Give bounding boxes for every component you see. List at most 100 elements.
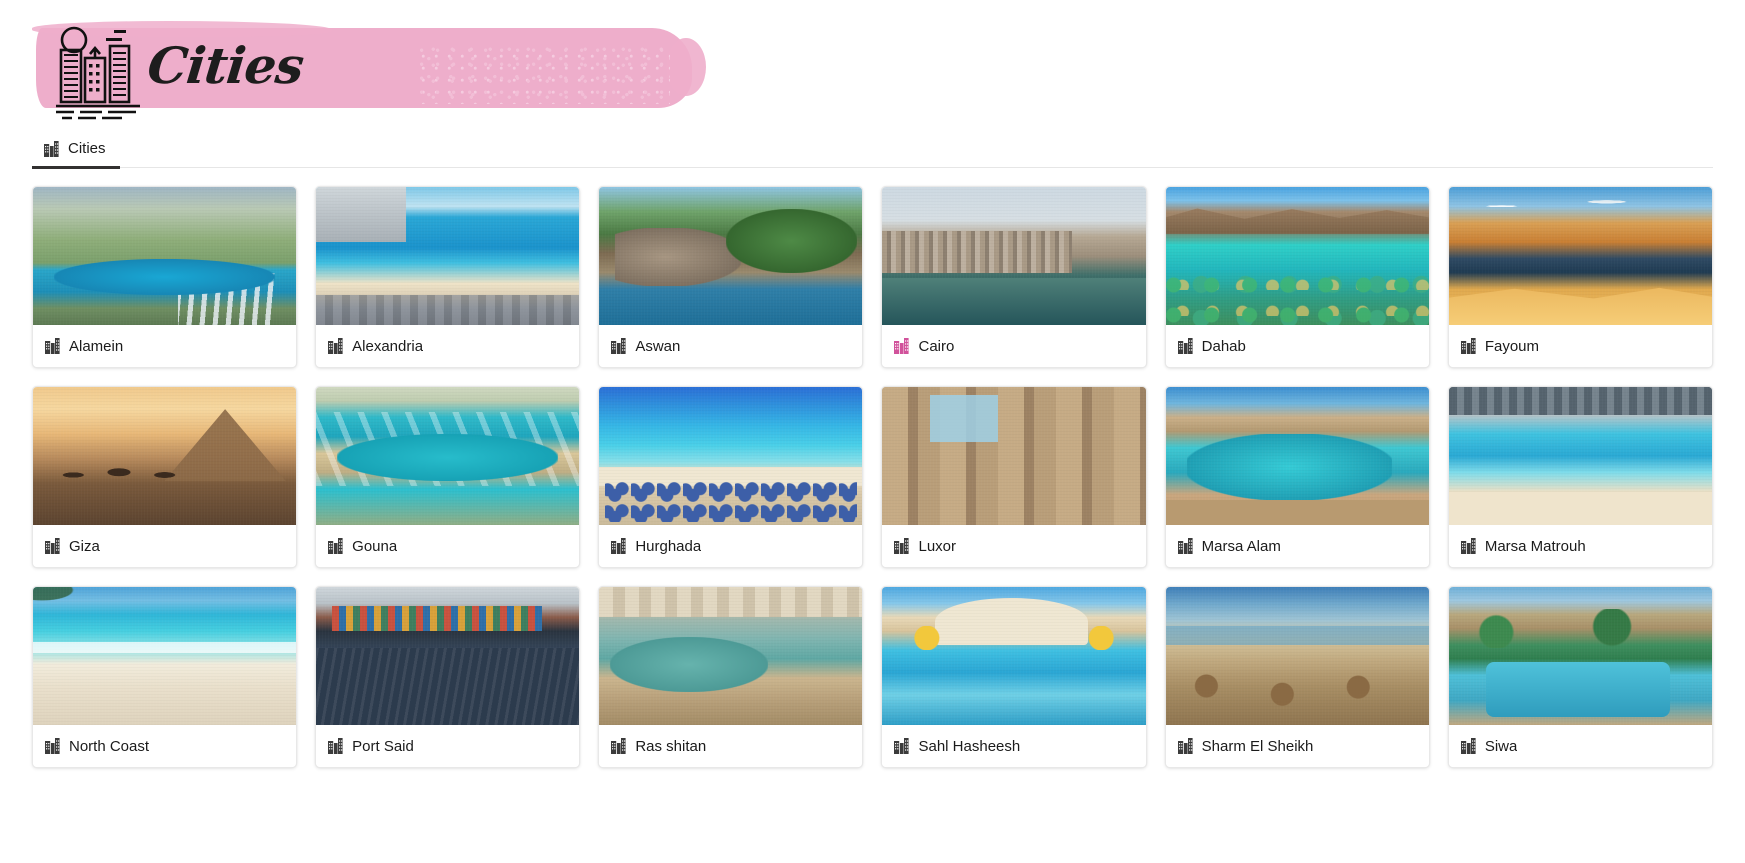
city-name: Aswan [635,337,681,355]
city-thumbnail [882,387,1146,525]
photo-grain [316,587,580,725]
city-card-sahl-hasheesh[interactable]: Sahl Hasheesh [881,586,1147,768]
city-thumbnail [316,587,580,725]
cities-grid: Alamein Alexandria Aswan Cairo Dahab Fay… [32,186,1713,768]
city-card-footer: Sharm El Sheikh [1165,725,1429,767]
building-icon [1177,738,1193,754]
city-name: Giza [69,537,100,555]
city-card-footer: Fayoum [1448,325,1712,367]
building-icon [45,738,60,754]
city-card-port-said[interactable]: Port Said [315,586,581,768]
photo-grain [599,387,863,525]
city-thumbnail [1448,187,1712,325]
city-thumbnail [1448,587,1712,725]
city-thumbnail [316,387,580,525]
city-card-sharm-el-sheikh[interactable]: Sharm El Sheikh [1164,586,1430,768]
city-card-luxor[interactable]: Luxor [881,386,1147,568]
city-card-ras-shitan[interactable]: Ras shitan [598,586,864,768]
city-thumbnail [1448,387,1712,525]
tab-cities[interactable]: Cities [32,131,120,169]
photo-grain [882,587,1146,725]
city-thumbnail [882,587,1146,725]
city-name: Ras shitan [635,737,707,755]
city-name: Alexandria [352,337,424,355]
building-icon [611,338,626,354]
page-header: Cities [0,0,1745,130]
city-thumbnail [33,387,297,525]
city-card-gouna[interactable]: Gouna [315,386,581,568]
city-card-siwa[interactable]: Siwa [1447,586,1713,768]
building-icon [894,738,910,754]
building-icon [44,140,59,157]
building-icon [1177,538,1193,554]
city-name: Dahab [1201,337,1246,355]
city-card-marsa-matrouh[interactable]: Marsa Matrouh [1447,386,1713,568]
photo-grain [599,187,863,325]
building-icon [894,338,910,354]
photo-grain [882,187,1146,325]
city-card-footer: Alamein [33,325,297,367]
city-name: Hurghada [635,537,702,555]
photo-grain [33,587,297,725]
city-card-footer: Sahl Hasheesh [882,725,1146,767]
city-thumbnail [33,587,297,725]
building-icon [611,538,626,554]
city-card-giza[interactable]: Giza [32,386,298,568]
city-name: Port Said [352,737,414,755]
city-card-north-coast[interactable]: North Coast [32,586,298,768]
city-name: Alamein [69,337,124,355]
photo-grain [1165,387,1429,525]
city-thumbnail [599,187,863,325]
city-card-footer: Siwa [1448,725,1712,767]
city-name: Sharm El Sheikh [1201,737,1314,755]
building-icon [1177,338,1193,354]
photo-grain [882,387,1146,525]
city-card-footer: Ras shitan [599,725,863,767]
city-card-alexandria[interactable]: Alexandria [315,186,581,368]
city-card-footer: Dahab [1165,325,1429,367]
city-card-dahab[interactable]: Dahab [1164,186,1430,368]
city-thumbnail [33,187,297,325]
photo-grain [1448,587,1712,725]
city-card-cairo[interactable]: Cairo [881,186,1147,368]
building-icon [1460,338,1476,354]
city-card-marsa-alam[interactable]: Marsa Alam [1164,386,1430,568]
city-card-footer: Marsa Matrouh [1448,525,1712,567]
city-thumbnail [882,187,1146,325]
building-icon [1460,738,1476,754]
tab-bar: Cities [32,130,1713,169]
photo-grain [1165,587,1429,725]
building-icon [45,338,60,354]
photo-grain [1448,187,1712,325]
city-card-footer: North Coast [33,725,297,767]
photo-grain [316,387,580,525]
city-name: Luxor [918,537,957,555]
city-thumbnail [1165,187,1429,325]
building-icon [328,538,343,554]
city-name: Gouna [352,537,398,555]
building-icon [328,738,343,754]
logo-title: Cities [144,36,306,95]
city-name: Fayoum [1484,337,1540,355]
city-card-alamein[interactable]: Alamein [32,186,298,368]
photo-grain [599,587,863,725]
city-card-footer: Port Said [316,725,580,767]
photo-grain [1165,187,1429,325]
city-name: Marsa Alam [1201,537,1281,555]
city-thumbnail [316,187,580,325]
city-name: Cairo [918,337,955,355]
city-card-footer: Marsa Alam [1165,525,1429,567]
city-name: North Coast [69,737,150,755]
building-icon [45,538,60,554]
city-thumbnail [599,587,863,725]
building-icon [328,338,343,354]
photo-grain [1448,387,1712,525]
photo-grain [316,187,580,325]
photo-grain [33,187,297,325]
city-card-aswan[interactable]: Aswan [598,186,864,368]
building-icon [1460,538,1476,554]
city-card-footer: Giza [33,525,297,567]
city-card-hurghada[interactable]: Hurghada [598,386,864,568]
city-card-footer: Luxor [882,525,1146,567]
city-card-fayoum[interactable]: Fayoum [1447,186,1713,368]
